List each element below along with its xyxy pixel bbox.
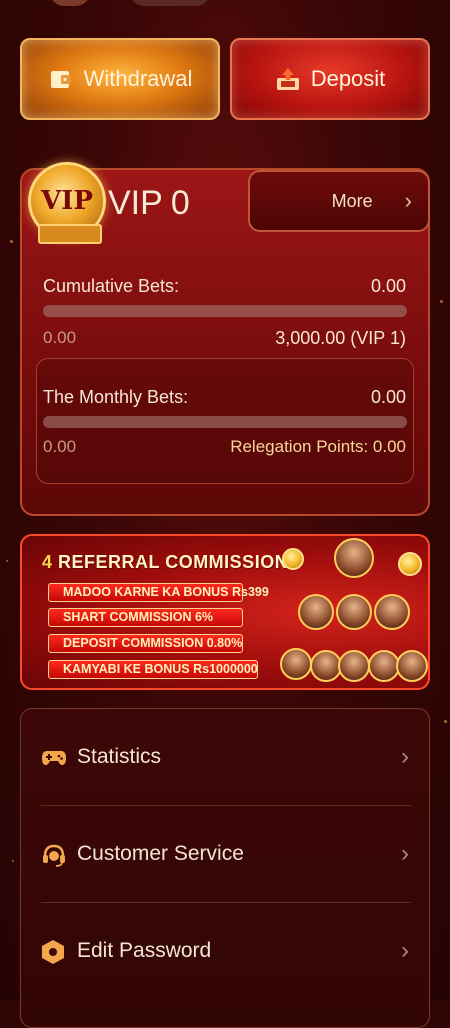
referral-title-number: 4	[42, 552, 53, 572]
chevron-right-icon: ›	[401, 743, 409, 770]
cumulative-target: 3,000.00 (VIP 1)	[275, 328, 406, 348]
referral-title-text: REFERRAL COMMISSION	[52, 552, 289, 572]
menu-item-customer-service[interactable]: Customer Service ›	[41, 806, 411, 902]
promo-avatar	[334, 538, 374, 578]
gamepad-icon	[41, 745, 66, 769]
gold-coin-icon	[398, 552, 422, 576]
promo-avatar	[396, 650, 428, 682]
vip-level-title: VIP 0	[108, 184, 190, 223]
menu-item-statistics[interactable]: Statistics ›	[41, 709, 411, 805]
monthly-bets-label: The Monthly Bets:	[43, 387, 189, 407]
chevron-right-icon: ›	[404, 188, 412, 213]
withdraw-button[interactable]: Withdrawal	[20, 38, 220, 120]
menu-item-label: Customer Service	[77, 842, 244, 865]
menu-item-label: Statistics	[77, 745, 162, 768]
cumulative-min: 0.00	[43, 328, 77, 347]
wallet-icon	[48, 66, 74, 92]
promo-avatar	[336, 594, 372, 630]
cumulative-progress-bar	[43, 305, 407, 317]
vip-more-label: More	[331, 190, 373, 211]
hexagon-lock-icon	[41, 939, 65, 964]
referral-line: MADOO KARNE KA BONUS Rs399	[48, 583, 269, 602]
monthly-bets-value: 0.00	[370, 387, 406, 407]
vip-level-number: 0	[170, 184, 190, 222]
referral-line: KAMYABI KE BONUS Rs1000000	[48, 660, 258, 679]
gold-coin-icon	[282, 548, 304, 570]
deposit-button[interactable]: Deposit	[230, 38, 430, 120]
vip-ribbon	[38, 224, 102, 244]
promo-avatar	[298, 594, 334, 630]
deposit-icon	[275, 66, 301, 92]
monthly-progress-bar	[43, 416, 407, 428]
relegation-points: Relegation Points: 0.00	[230, 437, 406, 456]
chevron-right-icon: ›	[401, 937, 409, 964]
referral-title: 4 REFERRAL COMMISSION	[42, 552, 288, 573]
menu-item-edit-password[interactable]: Edit Password ›	[41, 903, 411, 999]
headset-icon	[41, 842, 65, 867]
cumulative-bets-value: 0.00	[370, 276, 406, 296]
menu-item-label: Edit Password	[77, 939, 212, 962]
header-bar-stub	[130, 0, 210, 6]
vip-badge-text: VIP	[41, 186, 93, 216]
promo-avatar	[374, 594, 410, 630]
promo-avatar	[280, 648, 312, 680]
referral-line: DEPOSIT COMMISSION 0.80%	[48, 634, 243, 653]
referral-line: SHART COMMISSION 6%	[48, 608, 243, 627]
vip-level-prefix: VIP	[108, 184, 163, 222]
chevron-right-icon: ›	[401, 840, 409, 867]
header-avatar-stub	[50, 0, 90, 6]
promo-avatar	[338, 650, 370, 682]
deposit-label: Deposit	[310, 66, 386, 91]
settings-menu: Statistics › Customer Service › Edit Pas…	[20, 708, 430, 1028]
withdraw-label: Withdrawal	[83, 66, 193, 91]
monthly-min: 0.00	[43, 437, 77, 456]
vip-more-button[interactable]: More ›	[248, 170, 430, 232]
referral-commission-banner[interactable]: 4 REFERRAL COMMISSION MADOO KARNE KA BON…	[20, 534, 430, 690]
cumulative-bets-label: Cumulative Bets:	[43, 276, 180, 296]
